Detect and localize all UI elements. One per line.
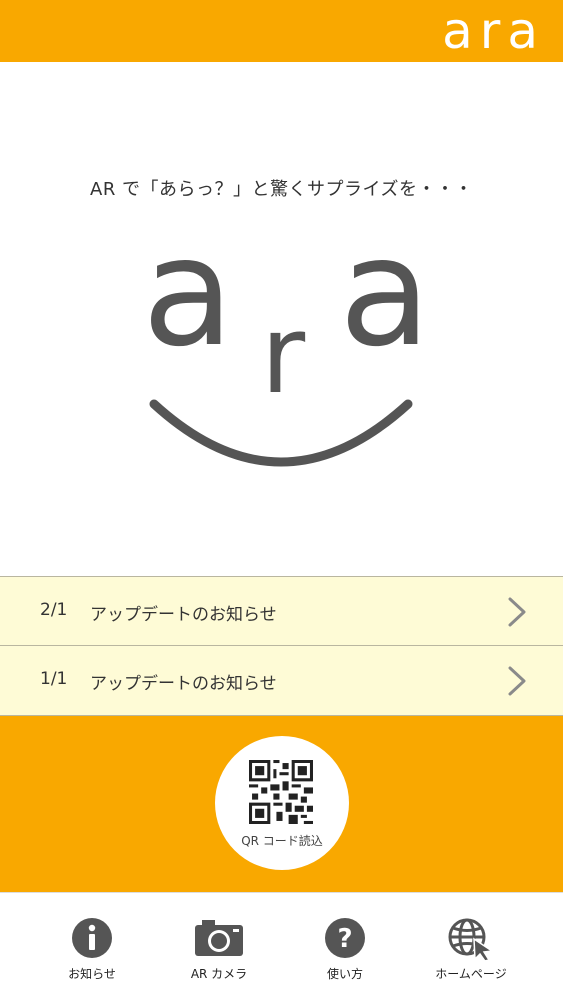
logo-letter-a2: a [339,206,431,380]
chevron-right-icon [508,666,526,696]
logo-letter-a1: a [142,206,234,380]
tab-news-label: お知らせ [68,967,116,981]
qr-code-icon [249,760,313,824]
action-band: QR コード読込 [0,716,563,892]
news-date: 1/1 [40,669,68,689]
svg-text:?: ? [337,924,352,954]
news-item[interactable]: 1/1 アップデートのお知らせ [0,646,563,716]
logo-letter-r: r [261,293,306,418]
news-date: 2/1 [40,600,68,620]
news-list: 2/1 アップデートのお知らせ 1/1 アップデートのお知らせ [0,576,563,716]
qr-scan-button[interactable]: QR コード読込 [215,736,349,870]
tab-ar-camera[interactable]: AR カメラ [149,893,289,1000]
chevron-right-icon [508,597,526,627]
help-icon: ? [325,918,365,958]
tab-how-to-use-label: 使い方 [326,967,363,981]
qr-scan-label: QR コード読込 [241,834,323,848]
hero-section: AR で「あらっ？」と驚くサプライズを・・・ a r a [0,62,563,576]
news-title: アップデートのお知らせ [90,674,277,694]
globe-cursor-icon [448,918,495,961]
bottom-tab-bar: お知らせ AR カメラ ? 使い方 ホームページ [0,892,563,1000]
tab-how-to-use[interactable]: ? 使い方 [275,893,415,1000]
news-title: アップデートのお知らせ [90,605,277,625]
news-item[interactable]: 2/1 アップデートのお知らせ [0,576,563,646]
tab-homepage[interactable]: ホームページ [401,893,541,1000]
app-header: ara [0,0,563,62]
tab-ar-camera-label: AR カメラ [190,967,248,981]
info-icon [72,918,112,958]
tab-news[interactable]: お知らせ [22,893,162,1000]
header-logo: ara [442,2,545,60]
ara-smile-logo: a r a [142,206,431,467]
camera-icon [195,920,243,956]
tab-homepage-label: ホームページ [435,967,507,981]
